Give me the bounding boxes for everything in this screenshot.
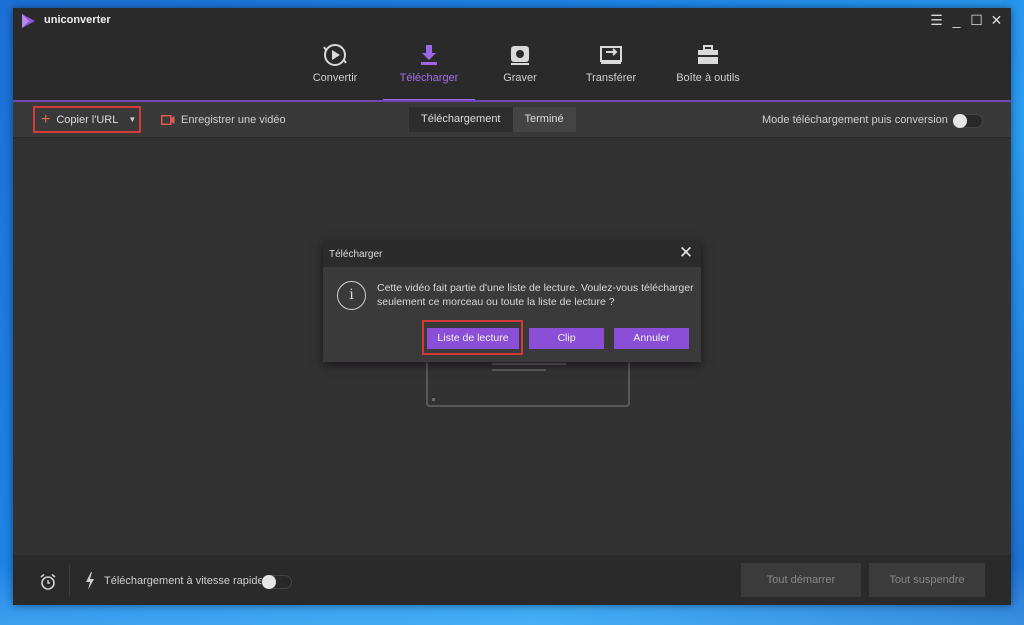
video-camera-icon <box>161 114 175 125</box>
burn-disc-icon <box>511 46 529 65</box>
start-all-button[interactable]: Tout démarrer <box>741 563 861 597</box>
dialog-title-bar: Télécharger ✕ <box>323 241 701 267</box>
nav-label: Boîte à outils <box>676 72 740 84</box>
nav-telecharger[interactable]: Télécharger <box>389 36 469 100</box>
clip-button[interactable]: Clip <box>529 328 604 349</box>
footer-divider <box>69 565 70 597</box>
close-button[interactable]: ✕ <box>988 11 1005 29</box>
app-name: uniconverter <box>44 14 111 26</box>
fast-download-toggle[interactable] <box>261 575 292 589</box>
nav-label: Transférer <box>585 72 637 84</box>
menu-icon[interactable]: ☰ <box>928 11 945 29</box>
toggle-knob <box>953 114 967 128</box>
plus-icon: + <box>41 110 51 128</box>
window-controls: ☰ _ ☐ ✕ <box>928 11 1005 29</box>
playlist-download-dialog: Télécharger ✕ i Cette vidéo fait partie … <box>323 241 701 362</box>
download-convert-mode-toggle[interactable] <box>952 114 983 128</box>
toggle-knob <box>262 575 276 589</box>
title-bar: uniconverter ☰ _ ☐ ✕ <box>13 8 1011 36</box>
copy-url-button[interactable]: + Copier l'URL ▼ <box>33 106 141 133</box>
dialog-message: Cette vidéo fait partie d'une liste de l… <box>377 282 694 308</box>
download-toolbar: + Copier l'URL ▼ Enregistrer une vidéo T… <box>13 102 1011 138</box>
chevron-down-icon[interactable]: ▼ <box>128 115 136 124</box>
main-nav: Convertir Télécharger Graver Transférer … <box>13 36 1011 101</box>
nav-label: Graver <box>503 72 537 84</box>
app-window: uniconverter ☰ _ ☐ ✕ Convertir Télécharg… <box>13 8 1011 605</box>
nav-transferer[interactable]: Transférer <box>579 36 643 100</box>
download-convert-mode-label: Mode téléchargement puis conversion <box>762 114 948 126</box>
maximize-button[interactable]: ☐ <box>968 11 985 29</box>
nav-graver[interactable]: Graver <box>495 36 545 100</box>
convert-icon <box>323 44 347 66</box>
nav-label: Télécharger <box>399 72 459 84</box>
alarm-clock-icon[interactable] <box>39 573 57 591</box>
app-logo-icon <box>22 14 35 28</box>
nav-boite-a-outils[interactable]: Boîte à outils <box>671 36 745 100</box>
nav-label: Convertir <box>312 72 358 84</box>
fast-download-label: Téléchargement à vitesse rapide <box>104 575 264 587</box>
minimize-button[interactable]: _ <box>948 11 965 29</box>
lightning-icon <box>86 572 94 590</box>
toolbox-icon <box>698 45 718 64</box>
transfer-icon <box>600 46 622 64</box>
tab-telechargement[interactable]: Téléchargement <box>409 107 513 132</box>
footer-bar: Téléchargement à vitesse rapide Tout dém… <box>13 555 1011 605</box>
cancel-button[interactable]: Annuler <box>614 328 689 349</box>
info-icon: i <box>337 281 366 310</box>
tab-termine[interactable]: Terminé <box>513 107 576 132</box>
record-video-button[interactable]: Enregistrer une vidéo <box>161 106 286 133</box>
dialog-title: Télécharger <box>329 249 383 260</box>
download-icon <box>421 45 437 65</box>
pause-all-button[interactable]: Tout suspendre <box>869 563 985 597</box>
record-video-label: Enregistrer une vidéo <box>181 113 286 126</box>
playlist-button[interactable]: Liste de lecture <box>427 328 519 349</box>
nav-convertir[interactable]: Convertir <box>303 36 367 100</box>
close-icon[interactable]: ✕ <box>677 244 695 262</box>
download-tabs: Téléchargement Terminé <box>409 107 576 132</box>
copy-url-label: Copier l'URL <box>56 113 119 126</box>
